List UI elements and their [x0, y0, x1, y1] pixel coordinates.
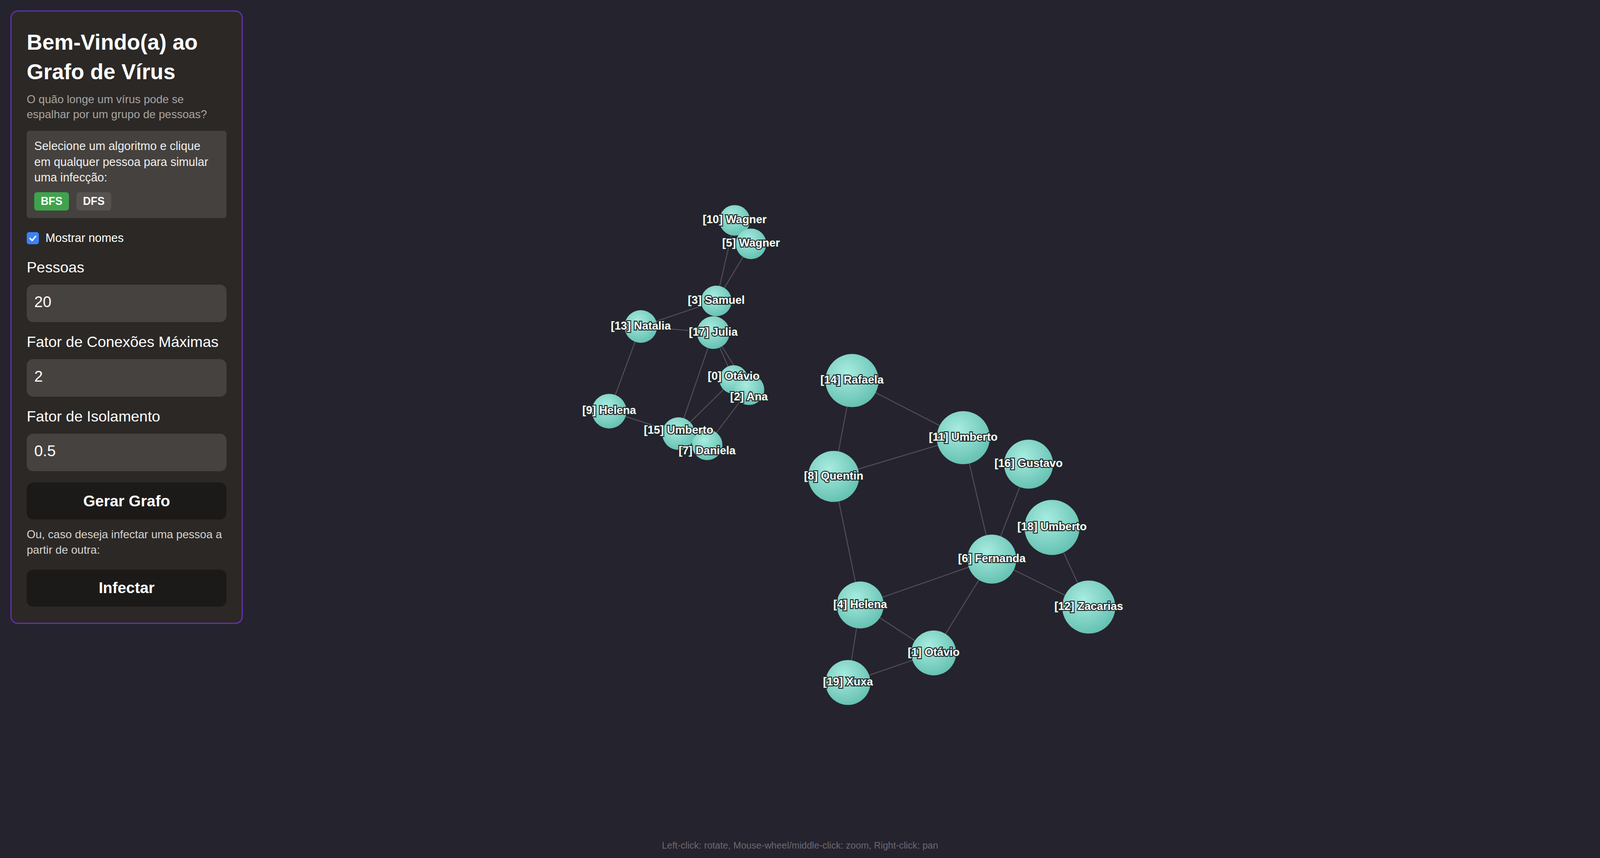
person-label: [13] Natalia	[610, 319, 672, 333]
person-label: [17] Julia	[688, 325, 739, 339]
person-label: [6] Fernanda	[958, 551, 1027, 565]
show-names-label: Mostrar nomes	[45, 231, 124, 245]
instructions-box: Selecione um algoritmo e clique em qualq…	[26, 130, 227, 219]
field-label: Pessoas	[26, 258, 227, 277]
person-label: [7] Daniela	[678, 444, 736, 457]
labels: [10] Wagner [5] Wagner [3] Samuel [13] Nata…	[582, 212, 1124, 688]
controls-hint: Left-click: rotate, Mouse-wheel/middle-c…	[0, 840, 1600, 852]
person-label: [5] Wagner	[722, 236, 780, 250]
infect-button[interactable]: Infectar	[26, 569, 227, 607]
algorithm-badge[interactable]: DFS	[76, 192, 112, 211]
field-label: Fator de Conexões Máximas	[26, 333, 227, 351]
show-names-row[interactable]: Mostrar nomes	[26, 231, 227, 245]
person-label: [1] Otávio	[907, 645, 960, 659]
infect-note: Ou, caso deseja infectar uma pessoa a pa…	[26, 527, 227, 558]
number-input[interactable]: 2	[26, 359, 227, 397]
person-label: [16] Gustavo	[994, 456, 1063, 470]
algorithm-selector: BFS DFS	[34, 192, 219, 211]
number-input[interactable]: 20	[26, 284, 227, 323]
sidebar-subtitle: O quão longe um vírus pode se espalhar p…	[26, 91, 227, 123]
person-label: [2] Ana	[730, 390, 769, 403]
person-label: [4] Helena	[833, 597, 888, 611]
algorithm-badge[interactable]: BFS	[34, 192, 69, 211]
sidebar-panel: Bem-Vindo(a) ao Grafo de Vírus O quão lon…	[10, 10, 243, 625]
person-label: [14] Rafaela	[820, 373, 884, 386]
person-label: [8] Quentin	[803, 469, 864, 483]
person-label: [9] Helena	[582, 403, 637, 417]
number-input[interactable]: 0.5	[26, 433, 227, 472]
person-label: [15] Umberto	[643, 423, 714, 437]
instructions-text: Selecione um algoritmo e clique em qualq…	[34, 138, 219, 186]
edges	[609, 220, 1089, 683]
person-label: [19] Xuxa	[822, 675, 874, 688]
field-label: Fator de Isolamento	[26, 407, 227, 426]
person-label: [0] Otávio	[707, 369, 760, 383]
generate-graph-button[interactable]: Gerar Grafo	[26, 482, 227, 520]
show-names-checkbox[interactable]	[26, 232, 39, 245]
person-label: [10] Wagner	[702, 212, 767, 226]
sidebar-title: Bem-Vindo(a) ao Grafo de Vírus	[26, 27, 227, 87]
person-label: [11] Umberto	[928, 430, 998, 444]
nodes	[591, 204, 1116, 705]
person-label: [3] Samuel	[687, 293, 745, 307]
person-label: [12] Zacarias	[1054, 599, 1124, 613]
person-label: [18] Umberto	[1017, 520, 1087, 533]
